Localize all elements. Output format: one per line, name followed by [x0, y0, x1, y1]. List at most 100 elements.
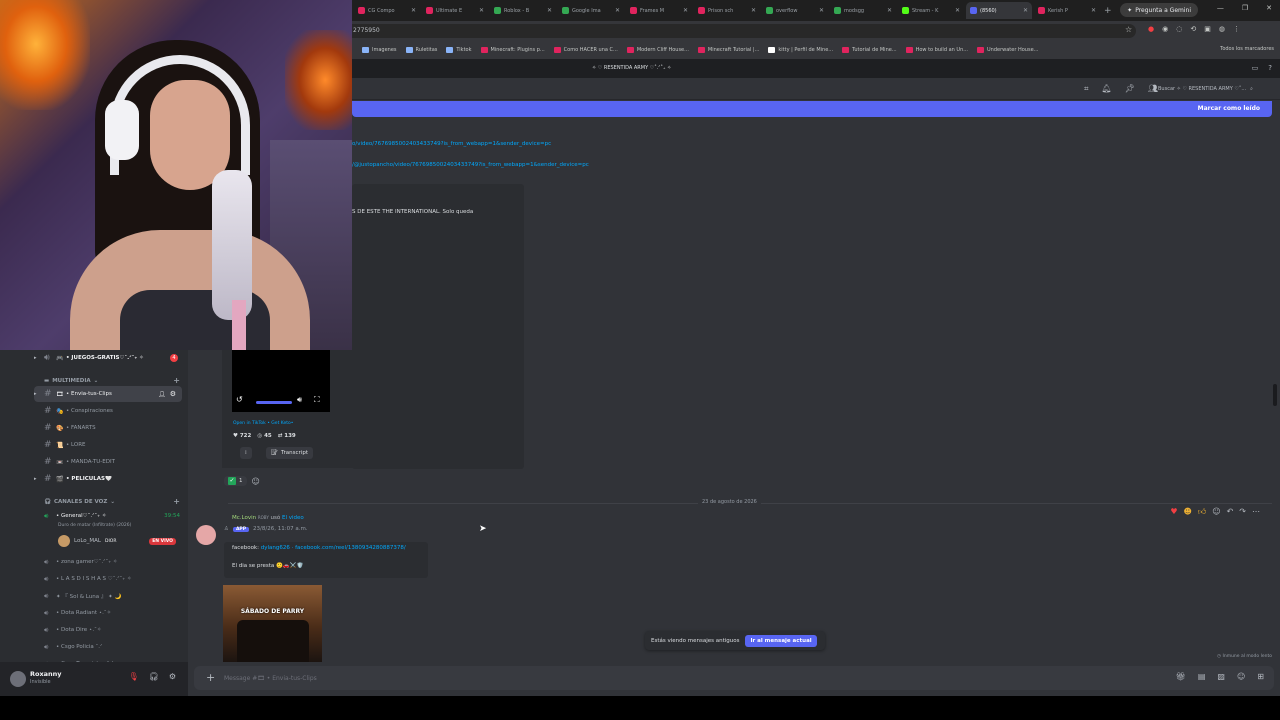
close-tab-icon[interactable]: ✕	[1091, 7, 1096, 14]
bookmark-item[interactable]: Modern Cliff House...	[626, 47, 689, 53]
reply-icon[interactable]: ↶	[1227, 507, 1234, 517]
voice-channel[interactable]: 🔊︎ • L A S D I S H A S ♡˚.ᐟ˚₊ ✧	[0, 571, 188, 587]
voice-channel[interactable]: 🔊︎ • zona gamer♡˚.ᐟ˚₊ ✧	[0, 554, 188, 570]
text-channel[interactable]: ▸ # 🎬 • PELICULAS🤍	[0, 471, 188, 487]
bookmark-item[interactable]: Como HACER una C...	[553, 47, 618, 53]
audio-icon[interactable]: ◉	[1162, 25, 1168, 33]
mark-as-read-button[interactable]: Marcar como leído	[1198, 105, 1260, 112]
heart-reaction-icon[interactable]: ♥	[1170, 507, 1177, 517]
channel-juegos-gratis[interactable]: ▸ 🔊︎ 🎮 • JUEGOS-GRATIS♡˚.ᐟ˚₊ ✧ 4	[0, 350, 188, 366]
bookmark-item[interactable]: Tutorial de Mine...	[842, 47, 897, 53]
bookmark-item[interactable]: Ruletitas	[405, 47, 437, 53]
jump-to-present-button[interactable]: Ir al mensaje actual	[745, 634, 817, 647]
voice-channel[interactable]: 🔊︎ • Csgo Policia ˚.ᐟ	[0, 639, 188, 655]
open-in-tiktok-link[interactable]: Open in TikTok • Get Keto•	[233, 421, 293, 426]
headphones-icon[interactable]: 🎧︎	[149, 672, 159, 681]
add-channel-icon[interactable]: +	[173, 376, 180, 385]
volume-icon[interactable]: 🔊︎	[297, 395, 302, 405]
facebook-user-link[interactable]: dylang626	[261, 545, 290, 551]
extensions-icon[interactable]: ▣	[1204, 25, 1211, 33]
emoji-icon[interactable]: ☺	[1237, 672, 1245, 681]
browser-tab[interactable]: Kerish P ✕	[1034, 2, 1100, 19]
close-tab-icon[interactable]: ✕	[819, 7, 824, 14]
close-tab-icon[interactable]: ✕	[615, 7, 620, 14]
facebook-reel-link[interactable]: · facebook.com/reel/1380934280887378/	[292, 545, 406, 551]
voice-channel[interactable]: 🔊︎ • Dota Radiant ⋆.˚✧	[0, 605, 188, 621]
bookmark-item[interactable]: Imagenes	[362, 47, 397, 53]
text-channel[interactable]: # 🎨 • FANARTS	[0, 420, 188, 436]
browser-tab[interactable]: Google Ima ✕	[558, 2, 624, 19]
voice-channel[interactable]: 🔊︎ • Dota Dire ⋆.˚✧	[0, 622, 188, 638]
add-reaction-icon[interactable]: ☺	[1212, 507, 1220, 517]
text-channel[interactable]: # 🎭 • Conspiraciones	[0, 403, 188, 419]
browser-tab[interactable]: Stream - K ✕	[898, 2, 964, 19]
video-player[interactable]: ↺ 🔊︎ ⛶	[232, 350, 330, 412]
gif-icon[interactable]: ▤	[1198, 672, 1206, 681]
voice-channel-general[interactable]: 🔊︎ • General♡˚.ᐟ˚₊ ✧ 39:54	[0, 508, 188, 524]
browser-tab[interactable]: (8560) ✕	[966, 2, 1032, 19]
emoji-reaction-icon[interactable]: ☻	[1184, 507, 1192, 517]
members-icon[interactable]: 👥︎	[1148, 84, 1158, 94]
forward-icon[interactable]: ↷	[1239, 507, 1246, 517]
avatar[interactable]	[10, 671, 26, 687]
message-input[interactable]	[224, 672, 924, 684]
browser-tab[interactable]: Ultimate E ✕	[422, 2, 488, 19]
tiktok-link-2[interactable]: /@justopancho/video/7676985002403433749?…	[352, 162, 589, 168]
close-tab-icon[interactable]: ✕	[955, 7, 960, 14]
gear-icon[interactable]: ⚙	[169, 672, 176, 681]
close-tab-icon[interactable]: ✕	[887, 7, 892, 14]
browser-tab[interactable]: overflow ✕	[762, 2, 828, 19]
close-tab-icon[interactable]: ✕	[751, 7, 756, 14]
fullscreen-icon[interactable]: ⛶	[314, 395, 320, 405]
tiktok-link-1[interactable]: o/video/7676985002403433749?is_from_weba…	[352, 141, 551, 147]
tool-icon[interactable]: ⟲	[1190, 25, 1196, 33]
microphone-muted-icon[interactable]: 🎙︎	[129, 672, 139, 681]
minimize-icon[interactable]: —	[1217, 4, 1224, 12]
invite-icon[interactable]: 👤︎	[158, 391, 166, 398]
notification-bell-icon[interactable]: 🔔︎	[1102, 84, 1112, 94]
browser-tab[interactable]: Frames M ✕	[626, 2, 692, 19]
text-channel[interactable]: # 📼 • MANDA-TU-EDIT	[0, 454, 188, 470]
reaction-check[interactable]: ✓ 1	[224, 476, 247, 486]
close-tab-icon[interactable]: ✕	[547, 7, 552, 14]
video-thumbnail[interactable]: SÁBADO DE PARRY	[223, 585, 322, 662]
category-multimedia[interactable]: ▬ MULTIMEDIA ⌄ +	[44, 376, 180, 385]
inbox-icon[interactable]: ▭	[1252, 64, 1259, 72]
maximize-icon[interactable]: ❐	[1242, 4, 1248, 12]
voice-user[interactable]: LoLo_MAL DIOR EN VIVO	[58, 534, 182, 548]
transcript-button[interactable]: 📝︎ Transcript	[266, 447, 313, 459]
pin-icon[interactable]: 📌︎	[1125, 84, 1135, 94]
threads-icon[interactable]: ⌗	[1084, 84, 1089, 94]
reply-command[interactable]: El video	[282, 515, 304, 521]
browser-tab[interactable]: CG Compo ✕	[354, 2, 420, 19]
help-icon[interactable]: ?	[1268, 64, 1272, 72]
text-channel[interactable]: ▸ # 🎞 • Envia-tus-Clips 👤︎ ⚙	[34, 386, 182, 402]
translate-icon[interactable]: ◌	[1176, 25, 1182, 33]
bookmark-item[interactable]: How to build an Un...	[905, 47, 968, 53]
avatar[interactable]	[196, 525, 216, 545]
volume-slider[interactable]	[256, 401, 292, 404]
sticker-icon[interactable]: ▨	[1217, 672, 1225, 681]
voice-channel[interactable]: 🔊︎ ✦ 『 Sol & Luna 』 ✦ 🌙	[0, 588, 188, 604]
bookmark-item[interactable]: Minecraft Tutorial |...	[697, 47, 759, 53]
new-messages-bar[interactable]: Marcar como leído	[352, 101, 1272, 117]
search-box[interactable]: Buscar ✧ ♡ RESENTIDA ARMY ♡˚... ⌕	[1158, 83, 1272, 95]
browser-tab[interactable]: Prison sch ✕	[694, 2, 760, 19]
add-channel-icon[interactable]: +	[173, 497, 180, 506]
attach-plus-icon[interactable]: +	[206, 671, 215, 684]
add-reaction-icon[interactable]: ☺	[252, 477, 260, 486]
browser-tab[interactable]: modsgg ✕	[830, 2, 896, 19]
new-tab-icon[interactable]: +	[1104, 6, 1112, 16]
bookmark-item[interactable]: kitty | Perfil de Mine...	[768, 47, 833, 53]
url-field[interactable]: 2775950	[352, 24, 1136, 38]
menu-icon[interactable]: ⋮	[1233, 25, 1240, 33]
profile-icon[interactable]: ◍	[1219, 25, 1225, 33]
close-tab-icon[interactable]: ✕	[411, 7, 416, 14]
opera-icon[interactable]: ●	[1148, 25, 1154, 33]
more-button[interactable]: ⁞	[240, 447, 252, 459]
close-tab-icon[interactable]: ✕	[479, 7, 484, 14]
bookmark-item[interactable]: Minecraft: Plugins p...	[480, 47, 545, 53]
scrollbar-thumb[interactable]	[1273, 384, 1277, 406]
gear-icon[interactable]: ⚙	[170, 390, 176, 398]
all-bookmarks[interactable]: Todos los marcadores	[1220, 46, 1274, 52]
